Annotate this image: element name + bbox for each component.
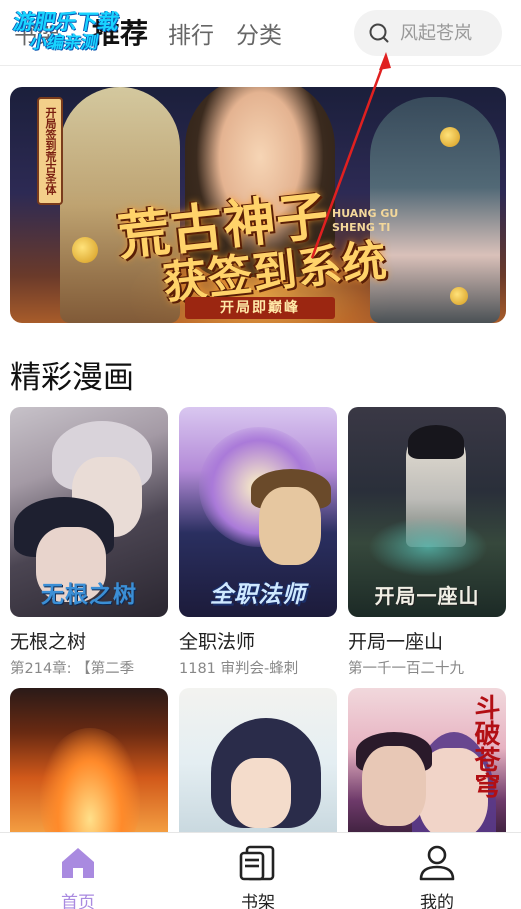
watermark-line1: 游肥乐下载 <box>11 10 121 34</box>
comic-card[interactable]: 全职法师 全职法师 1181 审判会-蜂刺 <box>179 407 337 677</box>
moon-icon <box>440 127 460 147</box>
comic-cover[interactable]: 全职法师 <box>179 407 337 617</box>
comic-title: 无根之树 <box>10 631 87 653</box>
nav-home-label: 首页 <box>61 893 95 909</box>
comic-card[interactable] <box>179 688 337 838</box>
comic-cover[interactable]: 开局一座山 <box>348 407 506 617</box>
comic-card[interactable]: 无根之树 无根之树 第214章: 【第二季 <box>10 407 168 677</box>
watermark-overlay: 游肥乐下载 小编亲测 <box>8 10 121 53</box>
banner-english-title: HUANG GU SHENG TI <box>332 207 399 235</box>
search-box[interactable] <box>354 10 502 56</box>
comic-title: 全职法师 <box>179 631 256 653</box>
nav-profile-label: 我的 <box>420 893 454 909</box>
banner-subtitle: 开局即巅峰 <box>185 297 335 319</box>
bottom-navigation: 首页 书架 我的 <box>0 832 521 909</box>
watermark-line2: 小编亲测 <box>28 33 100 53</box>
cover-title-art: 全职法师 <box>210 582 306 608</box>
comic-title: 开局一座山 <box>348 631 444 653</box>
moon-icon <box>450 287 468 305</box>
comic-cover[interactable] <box>179 688 337 838</box>
cover-title-art: 无根之树 <box>41 582 137 608</box>
nav-profile[interactable]: 我的 <box>377 833 497 909</box>
search-input[interactable] <box>400 19 495 47</box>
comic-cover[interactable] <box>10 688 168 838</box>
comic-latest-chapter: 第214章: 【第二季 <box>10 661 135 677</box>
comic-card[interactable]: 斗破苍穹 <box>348 688 506 838</box>
section-title: 精彩漫画 <box>10 360 134 396</box>
home-icon <box>62 848 94 878</box>
tab-ranking[interactable]: 排行 <box>168 16 214 50</box>
moon-icon <box>72 237 98 263</box>
comic-cover[interactable]: 无根之树 <box>10 407 168 617</box>
top-navigation: 书架 推荐 排行 分类 游肥乐下载 小编亲测 <box>0 0 521 66</box>
search-icon <box>369 23 389 43</box>
comic-latest-chapter: 1181 审判会-蜂刺 <box>179 661 299 677</box>
tab-category[interactable]: 分类 <box>236 16 282 50</box>
nav-bookshelf[interactable]: 书架 <box>198 833 318 909</box>
comic-card[interactable]: 开局一座山 开局一座山 第一千一百二十九 <box>348 407 506 677</box>
comic-latest-chapter: 第一千一百二十九 <box>348 661 464 677</box>
profile-icon <box>419 845 455 881</box>
comic-card[interactable] <box>10 688 168 838</box>
banner-scroll-tag: 开局签到荒古圣体 <box>37 97 63 205</box>
cover-title-art: 斗破苍穹 <box>470 694 500 798</box>
cover-title-art: 开局一座山 <box>374 584 480 608</box>
nav-home[interactable]: 首页 <box>18 833 138 909</box>
nav-bookshelf-label: 书架 <box>241 893 275 909</box>
bookshelf-icon <box>239 845 275 881</box>
comic-cover[interactable]: 斗破苍穹 <box>348 688 506 838</box>
featured-banner[interactable]: 开局签到荒古圣体 荒古神子 获签到系统 HUANG GU SHENG TI 开局… <box>10 87 506 323</box>
